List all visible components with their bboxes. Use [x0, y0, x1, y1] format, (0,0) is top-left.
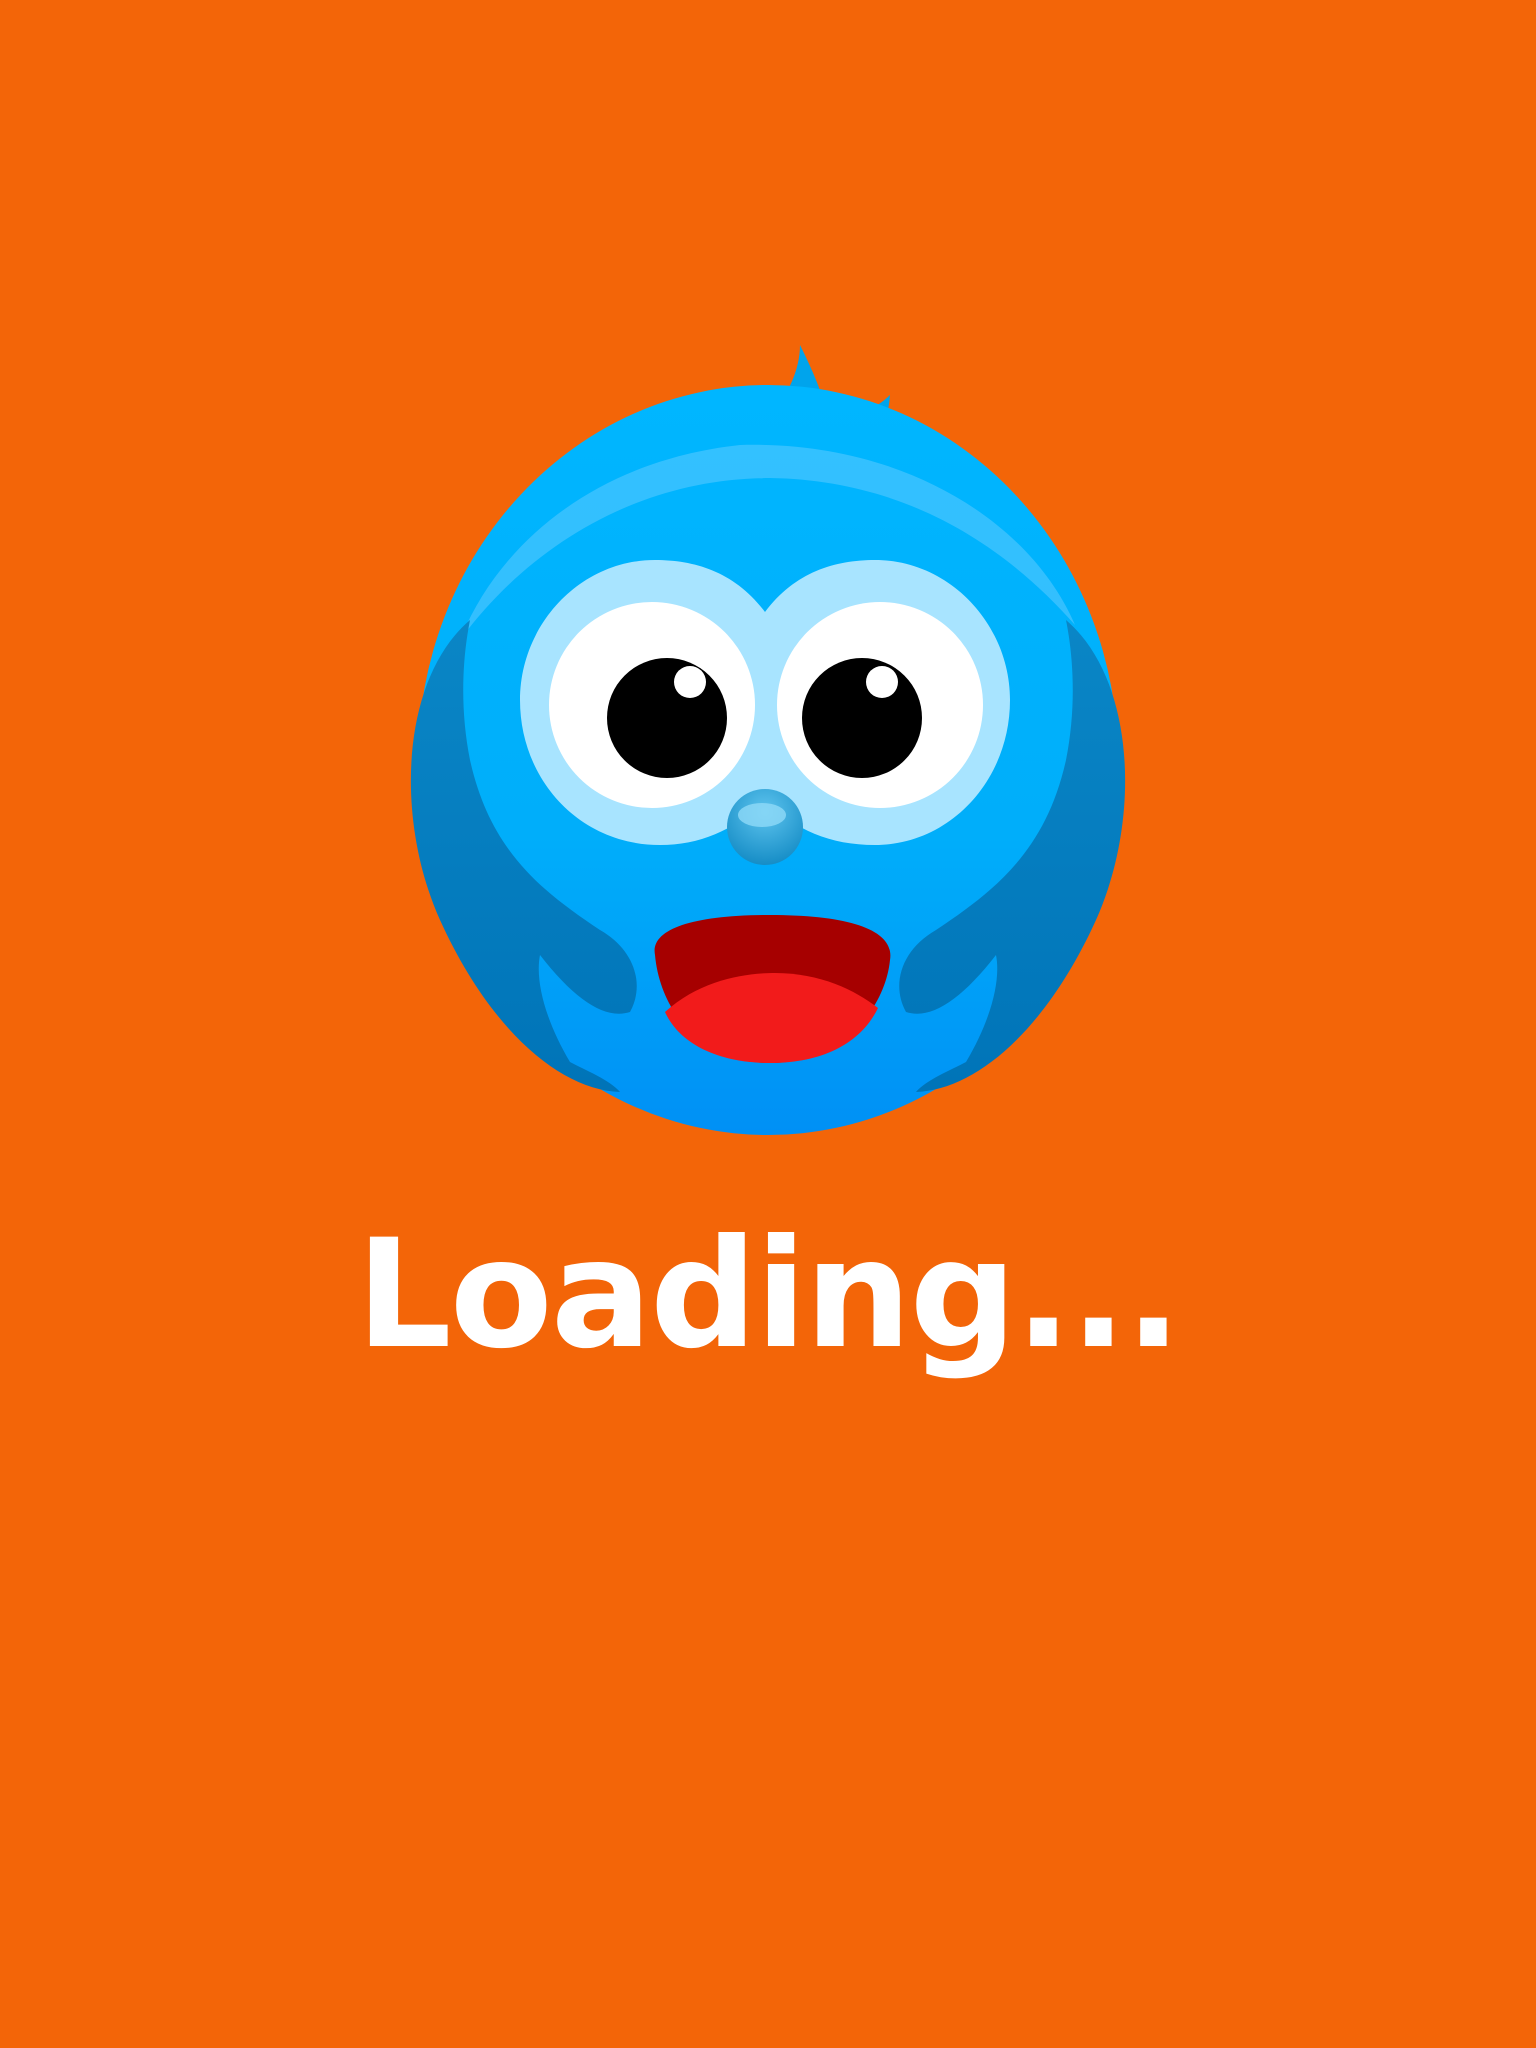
nose [727, 789, 803, 865]
nose-shine [738, 803, 786, 827]
right-eye-shine [866, 666, 898, 698]
mascot-container [0, 0, 1536, 1160]
right-pupil [802, 658, 922, 778]
left-eye-shine [674, 666, 706, 698]
loading-text: Loading... [356, 1208, 1182, 1382]
left-pupil [607, 658, 727, 778]
blue-bird-mascot-icon [410, 345, 1126, 1135]
